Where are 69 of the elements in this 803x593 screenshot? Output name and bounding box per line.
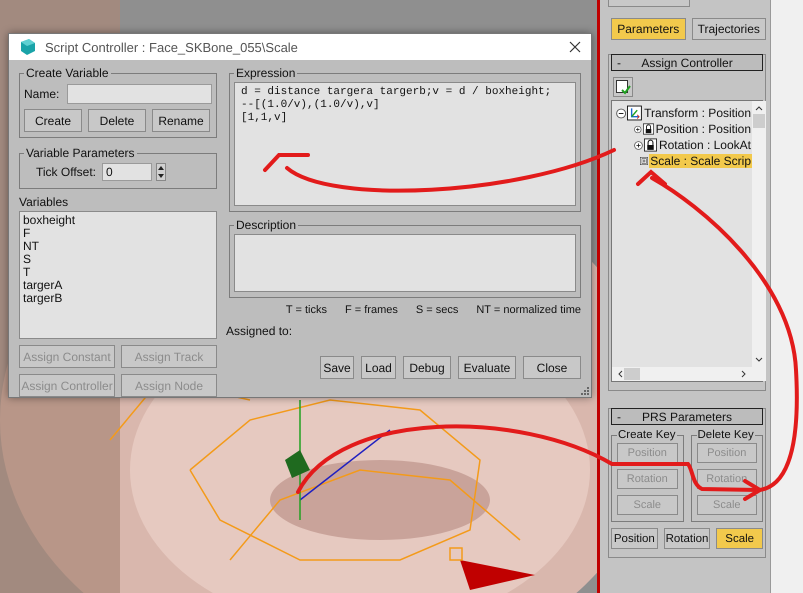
checkmark-icon <box>615 79 631 95</box>
legend-text: T = ticks <box>286 304 327 316</box>
scroll-down-icon[interactable] <box>754 356 764 364</box>
debug-button[interactable]: Debug <box>403 356 451 379</box>
tree-item[interactable]: Position : Position <box>654 122 752 136</box>
description-field[interactable] <box>234 234 576 292</box>
tree-item[interactable]: Scale : Scale Scrip <box>649 154 752 168</box>
panel-tab[interactable]: Parameters <box>611 18 686 40</box>
app-icon <box>19 38 37 56</box>
tree-item[interactable]: Rotation : LookAt <box>658 138 752 152</box>
variable-item[interactable]: targerA <box>23 279 213 292</box>
variable-item[interactable]: targerB <box>23 292 213 305</box>
resize-grip-icon[interactable] <box>580 386 589 395</box>
panel-tab[interactable]: Trajectories <box>692 18 766 40</box>
create-button[interactable]: Create <box>24 109 82 132</box>
scroll-up-icon[interactable] <box>754 104 764 112</box>
variable-item[interactable]: F <box>23 227 213 240</box>
tick-offset-label: Tick Offset: <box>36 165 96 179</box>
scroll-thumb[interactable] <box>624 368 640 380</box>
close-button[interactable]: Close <box>523 356 581 379</box>
legend-text: S = secs <box>416 304 458 316</box>
close-icon[interactable] <box>569 41 581 53</box>
spinner-icon[interactable] <box>156 163 166 181</box>
group-title: Description <box>235 218 298 232</box>
variables-label: Variables <box>19 195 70 209</box>
legend-text: F = frames <box>344 304 398 316</box>
assign-controller-button[interactable] <box>613 77 633 97</box>
window-title: Script Controller : Face_SKBone_055\Scale <box>45 40 299 54</box>
tick-offset-field[interactable]: 0 <box>102 163 152 181</box>
rollout-header[interactable]: - Assign Controller <box>611 54 763 71</box>
variable-item[interactable]: boxheight <box>23 214 213 227</box>
horizontal-scrollbar[interactable] <box>612 367 752 381</box>
axes-icon <box>627 105 642 121</box>
variable-item[interactable]: S <box>23 253 213 266</box>
name-field[interactable] <box>67 84 212 104</box>
lock-icon <box>644 137 657 153</box>
variable-item[interactable]: NT <box>23 240 213 253</box>
variable-item[interactable]: T <box>23 266 213 279</box>
mode-button[interactable]: Scale <box>716 528 764 549</box>
load-button[interactable]: Load <box>361 356 396 379</box>
tree-item[interactable]: Transform : Position <box>643 106 752 120</box>
rename-button[interactable]: Rename <box>152 109 210 132</box>
mode-button[interactable]: Rotation <box>664 528 710 549</box>
group-title: Delete Key <box>696 429 755 441</box>
expression-editor[interactable]: d = distance targera targerb;v = d / boxheight; --[(1.0/v),(1.0/v),v] [1,1,v] <box>234 82 576 206</box>
rollout-title: PRS Parameters <box>640 410 734 424</box>
assigned-to-label: Assigned to: <box>226 324 294 338</box>
rollout-title: Assign Controller <box>640 56 734 70</box>
legend-text: NT = normalized time <box>476 304 581 316</box>
group-title: Expression <box>235 66 296 80</box>
name-label: Name: <box>24 87 60 101</box>
save-button[interactable]: Save <box>320 356 354 379</box>
scroll-left-icon[interactable] <box>616 369 624 379</box>
collapse-toggle[interactable]: - <box>612 410 626 424</box>
collapse-toggle[interactable]: - <box>612 56 626 70</box>
rollout-header[interactable]: - PRS Parameters <box>611 408 763 425</box>
scroll-right-icon[interactable] <box>740 369 748 379</box>
mode-button[interactable]: Position <box>611 528 658 549</box>
lock-icon <box>642 121 654 137</box>
group-title: Create Key <box>617 429 677 441</box>
vertical-scrollbar[interactable] <box>752 101 766 367</box>
group-title: Create Variable <box>25 66 110 80</box>
expand-icon[interactable] <box>634 140 643 150</box>
group-title: Variable Parameters <box>25 146 136 160</box>
delete-button[interactable]: Delete <box>88 109 146 132</box>
expand-icon[interactable] <box>634 124 642 134</box>
evaluate-button[interactable]: Evaluate <box>458 356 516 379</box>
scroll-thumb[interactable] <box>753 114 765 128</box>
collapse-icon[interactable] <box>616 108 626 118</box>
